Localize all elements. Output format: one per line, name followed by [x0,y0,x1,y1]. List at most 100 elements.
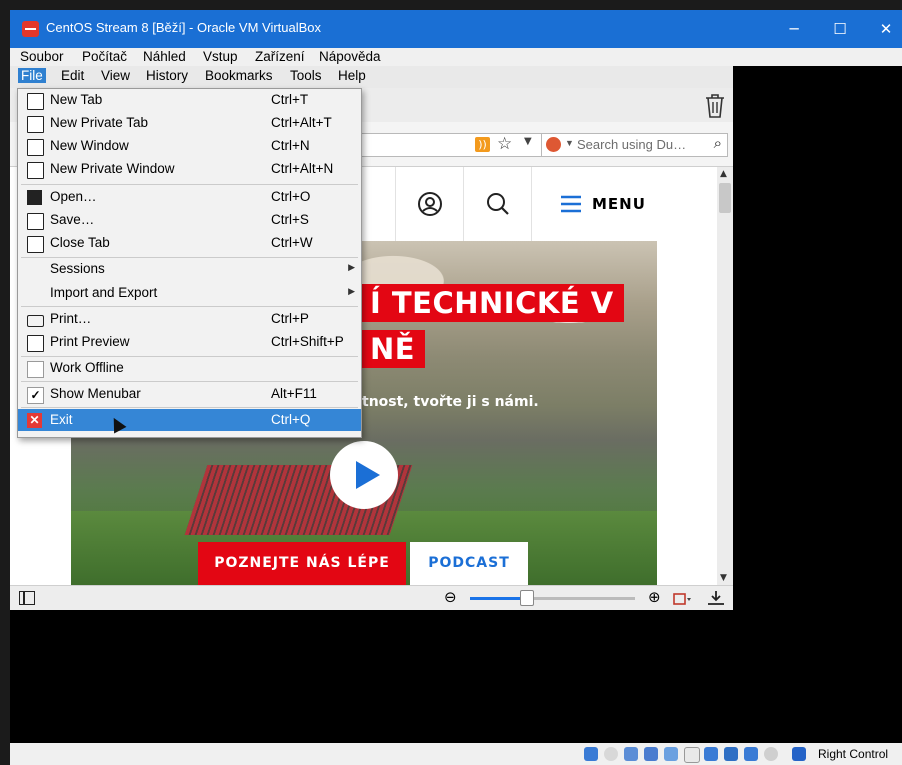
nav-menu[interactable]: MENU [531,167,668,241]
menu-item-shortcut: Ctrl+Shift+P [271,334,344,349]
play-button[interactable] [330,441,398,509]
vertical-scrollbar[interactable]: ▲ ▼ [717,167,733,585]
ff-menu-tools[interactable]: Tools [287,68,325,83]
zoom-in-icon[interactable]: ⊕ [648,588,661,606]
nav-search[interactable] [463,167,532,241]
screenshot-icon[interactable] [672,591,692,607]
file-menu-dropdown: New Tab Ctrl+T New Private Tab Ctrl+Alt+… [17,88,362,438]
menu-item-shortcut: Ctrl+Alt+T [271,115,332,130]
menu-item-new-window[interactable]: New Window Ctrl+N [18,135,361,157]
menu-item-label: New Window [50,138,129,153]
menu-item-exit[interactable]: ✕ Exit Ctrl+Q [18,409,361,431]
vbox-menu-soubor[interactable]: Soubor [20,49,64,64]
window-title: CentOS Stream 8 [Běží] - Oracle VM Virtu… [46,20,322,35]
scroll-up-icon[interactable]: ▲ [720,169,727,179]
ff-menu-help[interactable]: Help [335,68,369,83]
exit-icon: ✕ [27,413,42,428]
maximize-button[interactable]: ☐ [828,18,852,40]
display-icon[interactable] [704,747,718,761]
menu-item-new-tab[interactable]: New Tab Ctrl+T [18,89,361,111]
zoom-slider[interactable] [470,597,635,600]
menu-item-work-offline[interactable]: Work Offline [18,357,361,379]
menu-item-print-preview[interactable]: Print Preview Ctrl+Shift+P [18,331,361,353]
hard-disk-icon[interactable] [584,747,598,761]
vbox-menu-nahled[interactable]: Náhled [143,49,186,64]
menu-item-close-tab[interactable]: Close Tab Ctrl+W [18,232,361,254]
menu-item-shortcut: Ctrl+Q [271,412,311,427]
minimize-button[interactable]: ─ [782,18,806,40]
print-preview-icon [27,335,44,352]
menu-item-import-export[interactable]: Import and Export ▶ [18,282,361,304]
url-bar[interactable] [362,133,543,157]
menu-item-save[interactable]: Save… Ctrl+S [18,209,361,231]
recording-icon[interactable] [724,747,738,761]
menu-item-label: New Private Tab [50,115,149,130]
menu-item-label: Print Preview [50,334,130,349]
site-nav: MENU [326,167,667,241]
scroll-thumb[interactable] [719,183,731,213]
cpu-icon[interactable] [744,747,758,761]
usb-icon[interactable] [664,747,678,761]
mouse-integration-icon[interactable] [764,747,778,761]
rss-icon[interactable]: )) [475,137,490,152]
private-tab-icon [27,116,44,133]
search-input[interactable]: ▼ Search using Du… ⌕ [541,133,728,157]
network-icon[interactable] [644,747,658,761]
window-titlebar[interactable]: CentOS Stream 8 [Běží] - Oracle VM Virtu… [10,10,902,48]
menu-item-label: Save… [50,212,95,227]
shared-folder-icon[interactable] [684,747,700,763]
menu-item-new-private-window[interactable]: New Private Window Ctrl+Alt+N [18,158,361,180]
vbox-menu-pocitac[interactable]: Počítač [82,49,127,64]
chevron-down-icon[interactable]: ▼ [524,136,532,147]
firefox-menubar: File Edit View History Bookmarks Tools H… [10,66,733,88]
menu-item-label: New Tab [50,92,103,107]
nav-account[interactable] [395,167,464,241]
save-icon [27,213,44,230]
vbox-menubar: Soubor Počítač Náhled Vstup Zařízení Náp… [10,48,902,66]
search-icon[interactable]: ⌕ [714,135,722,152]
ff-menu-bookmarks[interactable]: Bookmarks [202,68,276,83]
menu-item-shortcut: Ctrl+S [271,212,309,227]
audio-icon[interactable] [624,747,638,761]
cta-podcast-button[interactable]: PODCAST [410,542,528,585]
zoom-out-icon[interactable]: ⊖ [444,588,457,606]
menu-item-label: Open… [50,189,97,204]
menu-item-shortcut: Ctrl+P [271,311,309,326]
menu-item-label: Show Menubar [50,386,141,401]
zoom-slider-thumb[interactable] [520,590,534,606]
menu-separator [21,407,358,408]
ff-menu-view[interactable]: View [98,68,133,83]
vbox-menu-vstup[interactable]: Vstup [203,49,238,64]
optical-drive-icon[interactable] [604,747,618,761]
chevron-right-icon: ▶ [348,262,355,272]
menu-item-open[interactable]: Open… Ctrl+O [18,186,361,208]
download-icon[interactable] [706,589,726,607]
firefox-statusbar: ⊖ ⊕ [10,585,733,610]
hamburger-icon [561,195,581,213]
cta-about-button[interactable]: POZNEJTE NÁS LÉPE [198,542,406,585]
bookmark-star-icon[interactable]: ☆ [497,134,512,154]
menu-separator [21,306,358,307]
menu-item-shortcut: Ctrl+T [271,92,309,107]
vbox-menu-zarizeni[interactable]: Zařízení [255,49,305,64]
menu-item-new-private-tab[interactable]: New Private Tab Ctrl+Alt+T [18,112,361,134]
hero-tagline: tnost, tvořte ji s námi. [362,394,539,410]
sidebar-toggle-icon[interactable] [19,591,35,605]
close-button[interactable]: ✕ [874,18,898,40]
menu-item-label: Import and Export [50,285,158,300]
trash-icon[interactable] [703,93,727,119]
ff-menu-edit[interactable]: Edit [58,68,87,83]
host-key-icon[interactable] [792,747,806,761]
duckduckgo-icon [546,137,561,152]
menu-item-print[interactable]: Print… Ctrl+P [18,308,361,330]
menu-item-sessions[interactable]: Sessions ▶ [18,258,361,280]
ff-menu-history[interactable]: History [143,68,191,83]
search-icon [487,193,509,215]
menu-item-show-menubar[interactable]: ✓ Show Menubar Alt+F11 [18,383,361,405]
hero-headline-line2: NĚ [360,330,426,368]
vbox-menu-napoveda[interactable]: Nápověda [319,49,381,64]
user-icon [418,192,442,216]
chevron-down-icon: ▼ [565,138,574,148]
scroll-down-icon[interactable]: ▼ [720,573,727,583]
ff-menu-file[interactable]: File [18,68,46,83]
